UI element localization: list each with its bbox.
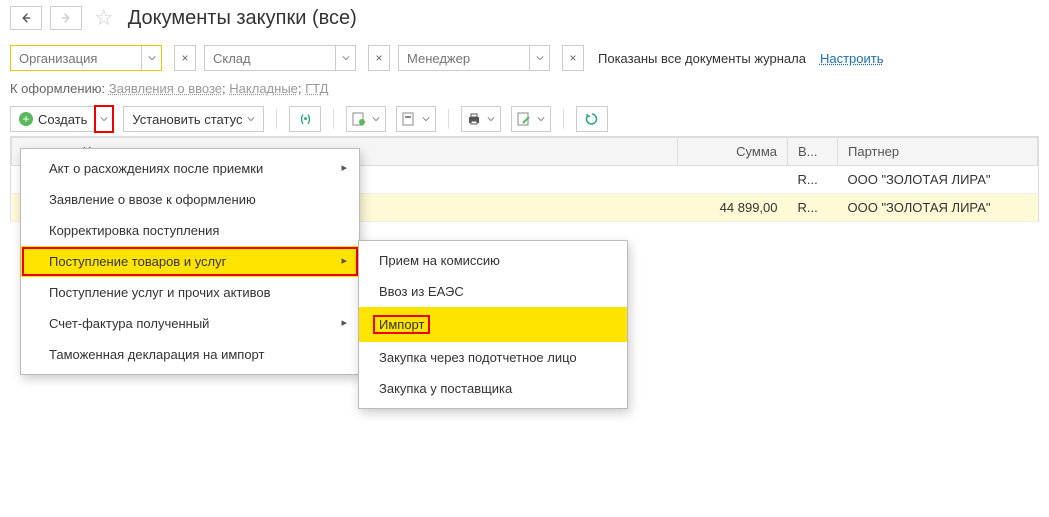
- menu-customs[interactable]: Таможенная декларация на импорт: [21, 339, 359, 370]
- col-sum[interactable]: Сумма: [678, 138, 788, 166]
- col-v[interactable]: В...: [788, 138, 838, 166]
- link-invoices[interactable]: Накладные: [229, 81, 298, 96]
- filter-manager-clear[interactable]: ×: [562, 45, 584, 71]
- filters-row: × × × Показаны все документы журнала Нас…: [10, 45, 1039, 71]
- filter-manager: [398, 45, 550, 71]
- filter-warehouse-input[interactable]: [205, 46, 335, 70]
- nav-back-button[interactable]: [10, 6, 42, 30]
- create-label: Создать: [38, 112, 87, 127]
- menu-akt[interactable]: Акт о расхождениях после приемки: [21, 153, 359, 184]
- submenu-accountable[interactable]: Закупка через подотчетное лицо: [359, 342, 627, 373]
- create-submenu: Прием на комиссию Ввоз из ЕАЭС Импорт За…: [358, 240, 628, 409]
- attach-button[interactable]: [396, 106, 436, 132]
- refresh-button[interactable]: [576, 106, 608, 132]
- filter-org-dropdown[interactable]: [141, 46, 161, 70]
- menu-invoice[interactable]: Счет-фактура полученный: [21, 308, 359, 339]
- filter-warehouse-dropdown[interactable]: [335, 46, 355, 70]
- configure-link[interactable]: Настроить: [820, 51, 884, 66]
- create-dropdown[interactable]: [95, 106, 113, 132]
- menu-korrekt[interactable]: Корректировка поступления: [21, 215, 359, 246]
- filter-warehouse-clear[interactable]: ×: [368, 45, 390, 71]
- submenu-supplier[interactable]: Закупка у поставщика: [359, 373, 627, 404]
- filter-org-clear[interactable]: ×: [174, 45, 196, 71]
- printer-icon: [467, 112, 481, 126]
- filter-warehouse: [204, 45, 356, 71]
- link-declarations[interactable]: Заявления о ввозе: [109, 81, 222, 96]
- menu-postup-services[interactable]: Поступление услуг и прочих активов: [21, 277, 359, 308]
- page-title: Документы закупки (все): [128, 7, 357, 30]
- cell-v: R...: [788, 166, 838, 194]
- col-partner[interactable]: Партнер: [838, 138, 1038, 166]
- favorite-star-icon[interactable]: ☆: [94, 5, 114, 31]
- cell-partner: ООО "ЗОЛОТАЯ ЛИРА": [838, 194, 1038, 222]
- top-nav: ☆ Документы закупки (все): [10, 5, 1039, 31]
- menu-postup-goods[interactable]: Поступление товаров и услуг: [21, 246, 359, 277]
- nav-forward-button[interactable]: [50, 6, 82, 30]
- submenu-commission[interactable]: Прием на комиссию: [359, 245, 627, 276]
- toolbar: + Создать Установить статус (•): [10, 106, 1039, 132]
- create-menu: Акт о расхождениях после приемки Заявлен…: [20, 148, 360, 375]
- filter-manager-dropdown[interactable]: [529, 46, 549, 70]
- submenu-import[interactable]: Импорт: [359, 307, 627, 342]
- print-button[interactable]: [461, 106, 501, 132]
- create-split-button: + Создать: [10, 106, 113, 132]
- submenu-eaes[interactable]: Ввоз из ЕАЭС: [359, 276, 627, 307]
- filter-org: [10, 45, 162, 71]
- links-prefix: К оформлению:: [10, 81, 105, 96]
- refresh-icon: [585, 112, 599, 126]
- set-status-label: Установить статус: [132, 112, 242, 127]
- filter-org-input[interactable]: [11, 46, 141, 70]
- link-gtd[interactable]: ГТД: [305, 81, 328, 96]
- filter-info-text: Показаны все документы журнала: [598, 51, 806, 66]
- cell-v: R...: [788, 194, 838, 222]
- menu-zayav[interactable]: Заявление о ввозе к оформлению: [21, 184, 359, 215]
- reports-button[interactable]: [346, 106, 386, 132]
- cell-partner: ООО "ЗОЛОТАЯ ЛИРА": [838, 166, 1038, 194]
- set-status-button[interactable]: Установить статус: [123, 106, 264, 132]
- cell-sum: [678, 166, 788, 194]
- cell-sum: 44 899,00: [678, 194, 788, 222]
- submenu-import-label: Импорт: [373, 315, 430, 334]
- filter-manager-input[interactable]: [399, 46, 529, 70]
- create-button[interactable]: + Создать: [10, 106, 95, 132]
- edi-button[interactable]: [511, 106, 551, 132]
- links-row: К оформлению: Заявления о ввозе; Накладн…: [10, 81, 1039, 96]
- dt-button[interactable]: (•): [289, 106, 321, 132]
- plus-icon: +: [19, 112, 33, 126]
